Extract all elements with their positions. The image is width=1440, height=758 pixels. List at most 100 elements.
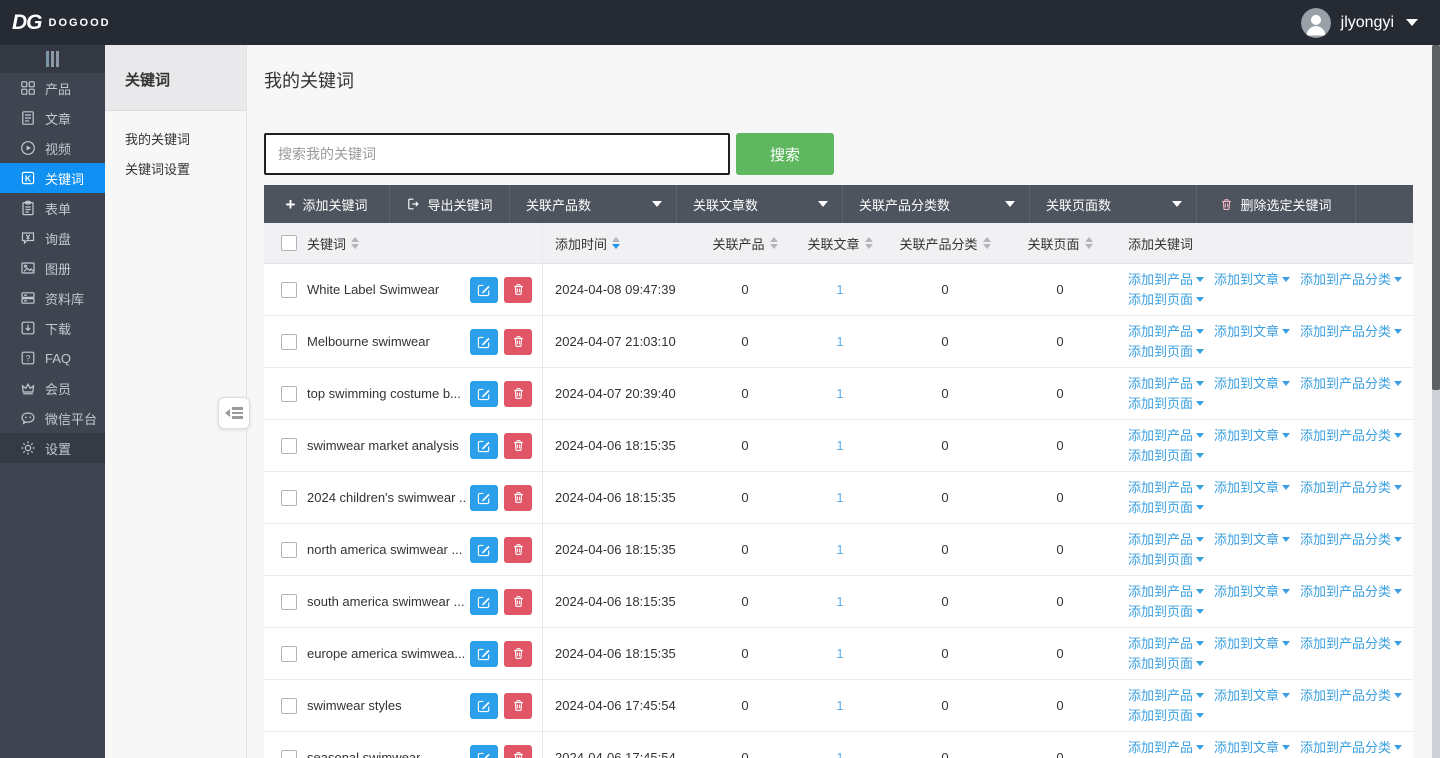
edit-button[interactable] <box>470 485 498 511</box>
sort-icon[interactable] <box>983 237 991 249</box>
add-to-page-link[interactable]: 添加到页面 <box>1128 550 1204 569</box>
sidebar-item-wechat[interactable]: 微信平台 <box>0 403 105 433</box>
sidebar-item-member[interactable]: 会员 <box>0 373 105 403</box>
related-articles-count[interactable]: 1 <box>836 282 843 297</box>
add-to-page-link[interactable]: 添加到页面 <box>1128 498 1204 517</box>
delete-button[interactable] <box>504 381 532 407</box>
sidebar-item-article[interactable]: 文章 <box>0 103 105 133</box>
delete-button[interactable] <box>504 745 532 758</box>
row-checkbox[interactable] <box>281 490 297 506</box>
toolbar-dropdown-1[interactable]: 关联文章数 <box>677 185 843 223</box>
add-to-article-link[interactable]: 添加到文章 <box>1214 530 1290 549</box>
add-to-product-category-link[interactable]: 添加到产品分类 <box>1300 478 1402 497</box>
sidebar-item-keyword[interactable]: K关键词 <box>0 163 105 193</box>
add-to-product-category-link[interactable]: 添加到产品分类 <box>1300 426 1402 445</box>
delete-selected-button[interactable]: 删除选定关键词 <box>1197 185 1356 223</box>
add-to-product-category-link[interactable]: 添加到产品分类 <box>1300 686 1402 705</box>
sidebar-item-album[interactable]: 图册 <box>0 253 105 283</box>
sidebar-collapse-button[interactable] <box>0 45 105 73</box>
sidebar-item-video[interactable]: 视频 <box>0 133 105 163</box>
add-to-product-link[interactable]: 添加到产品 <box>1128 582 1204 601</box>
header-kw[interactable]: 关键词 <box>307 223 542 263</box>
row-checkbox[interactable] <box>281 594 297 610</box>
delete-button[interactable] <box>504 693 532 719</box>
related-articles-count[interactable]: 1 <box>836 438 843 453</box>
related-articles-count[interactable]: 1 <box>836 750 843 758</box>
add-to-product-category-link[interactable]: 添加到产品分类 <box>1300 634 1402 653</box>
add-to-product-link[interactable]: 添加到产品 <box>1128 530 1204 549</box>
row-checkbox[interactable] <box>281 386 297 402</box>
add-to-page-link[interactable]: 添加到页面 <box>1128 446 1204 465</box>
sidebar-item-faq[interactable]: ?FAQ <box>0 343 105 373</box>
related-articles-count[interactable]: 1 <box>836 646 843 661</box>
add-to-article-link[interactable]: 添加到文章 <box>1214 374 1290 393</box>
row-checkbox[interactable] <box>281 750 297 758</box>
edit-button[interactable] <box>470 589 498 615</box>
row-checkbox[interactable] <box>281 438 297 454</box>
add-to-article-link[interactable]: 添加到文章 <box>1214 582 1290 601</box>
sidebar-item-library[interactable]: 资料库 <box>0 283 105 313</box>
edit-button[interactable] <box>470 537 498 563</box>
subsidebar-item-my-keywords[interactable]: 我的关键词 <box>105 125 246 155</box>
add-to-product-link[interactable]: 添加到产品 <box>1128 426 1204 445</box>
subsidebar-item-keyword-settings[interactable]: 关键词设置 <box>105 155 246 185</box>
edit-button[interactable] <box>470 641 498 667</box>
add-to-product-link[interactable]: 添加到产品 <box>1128 634 1204 653</box>
add-to-page-link[interactable]: 添加到页面 <box>1128 602 1204 621</box>
vertical-scrollbar[interactable] <box>1432 45 1440 758</box>
sidebar-item-inquiry[interactable]: 询盘 <box>0 223 105 253</box>
delete-button[interactable] <box>504 641 532 667</box>
sidebar-item-settings[interactable]: 设置 <box>0 433 105 463</box>
sort-icon[interactable] <box>1085 237 1093 249</box>
related-articles-count[interactable]: 1 <box>836 334 843 349</box>
header-art[interactable]: 关联文章 <box>790 223 890 263</box>
sort-icon[interactable] <box>612 237 620 249</box>
related-articles-count[interactable]: 1 <box>836 698 843 713</box>
add-to-page-link[interactable]: 添加到页面 <box>1128 394 1204 413</box>
add-to-article-link[interactable]: 添加到文章 <box>1214 426 1290 445</box>
header-cat[interactable]: 关联产品分类 <box>890 223 1000 263</box>
edit-button[interactable] <box>470 277 498 303</box>
sort-icon[interactable] <box>351 237 359 249</box>
row-checkbox[interactable] <box>281 542 297 558</box>
add-to-article-link[interactable]: 添加到文章 <box>1214 686 1290 705</box>
add-to-page-link[interactable]: 添加到页面 <box>1128 290 1204 309</box>
edit-button[interactable] <box>470 745 498 758</box>
sort-icon[interactable] <box>770 237 778 249</box>
add-to-product-link[interactable]: 添加到产品 <box>1128 478 1204 497</box>
add-to-product-link[interactable]: 添加到产品 <box>1128 270 1204 289</box>
add-to-article-link[interactable]: 添加到文章 <box>1214 322 1290 341</box>
add-to-article-link[interactable]: 添加到文章 <box>1214 738 1290 757</box>
search-button[interactable]: 搜索 <box>736 133 834 175</box>
add-to-product-link[interactable]: 添加到产品 <box>1128 686 1204 705</box>
delete-button[interactable] <box>504 329 532 355</box>
delete-button[interactable] <box>504 589 532 615</box>
related-articles-count[interactable]: 1 <box>836 386 843 401</box>
panel-collapse-button[interactable] <box>218 397 250 429</box>
search-input[interactable] <box>264 133 730 175</box>
add-to-article-link[interactable]: 添加到文章 <box>1214 634 1290 653</box>
row-checkbox[interactable] <box>281 282 297 298</box>
delete-button[interactable] <box>504 277 532 303</box>
sort-icon[interactable] <box>865 237 873 249</box>
header-time[interactable]: 添加时间 <box>542 223 700 263</box>
toolbar-dropdown-2[interactable]: 关联产品分类数 <box>843 185 1030 223</box>
add-to-product-category-link[interactable]: 添加到产品分类 <box>1300 322 1402 341</box>
add-to-product-link[interactable]: 添加到产品 <box>1128 738 1204 757</box>
row-checkbox[interactable] <box>281 646 297 662</box>
toolbar-dropdown-3[interactable]: 关联页面数 <box>1030 185 1197 223</box>
delete-button[interactable] <box>504 485 532 511</box>
export-keyword-button[interactable]: 导出关键词 <box>390 185 510 223</box>
add-to-page-link[interactable]: 添加到页面 <box>1128 654 1204 673</box>
add-to-page-link[interactable]: 添加到页面 <box>1128 342 1204 361</box>
add-to-product-category-link[interactable]: 添加到产品分类 <box>1300 582 1402 601</box>
related-articles-count[interactable]: 1 <box>836 542 843 557</box>
related-articles-count[interactable]: 1 <box>836 594 843 609</box>
add-to-article-link[interactable]: 添加到文章 <box>1214 270 1290 289</box>
edit-button[interactable] <box>470 693 498 719</box>
sidebar-item-product[interactable]: 产品 <box>0 73 105 103</box>
sidebar-item-form[interactable]: 表单 <box>0 193 105 223</box>
edit-button[interactable] <box>470 433 498 459</box>
delete-button[interactable] <box>504 433 532 459</box>
sidebar-item-download[interactable]: 下载 <box>0 313 105 343</box>
